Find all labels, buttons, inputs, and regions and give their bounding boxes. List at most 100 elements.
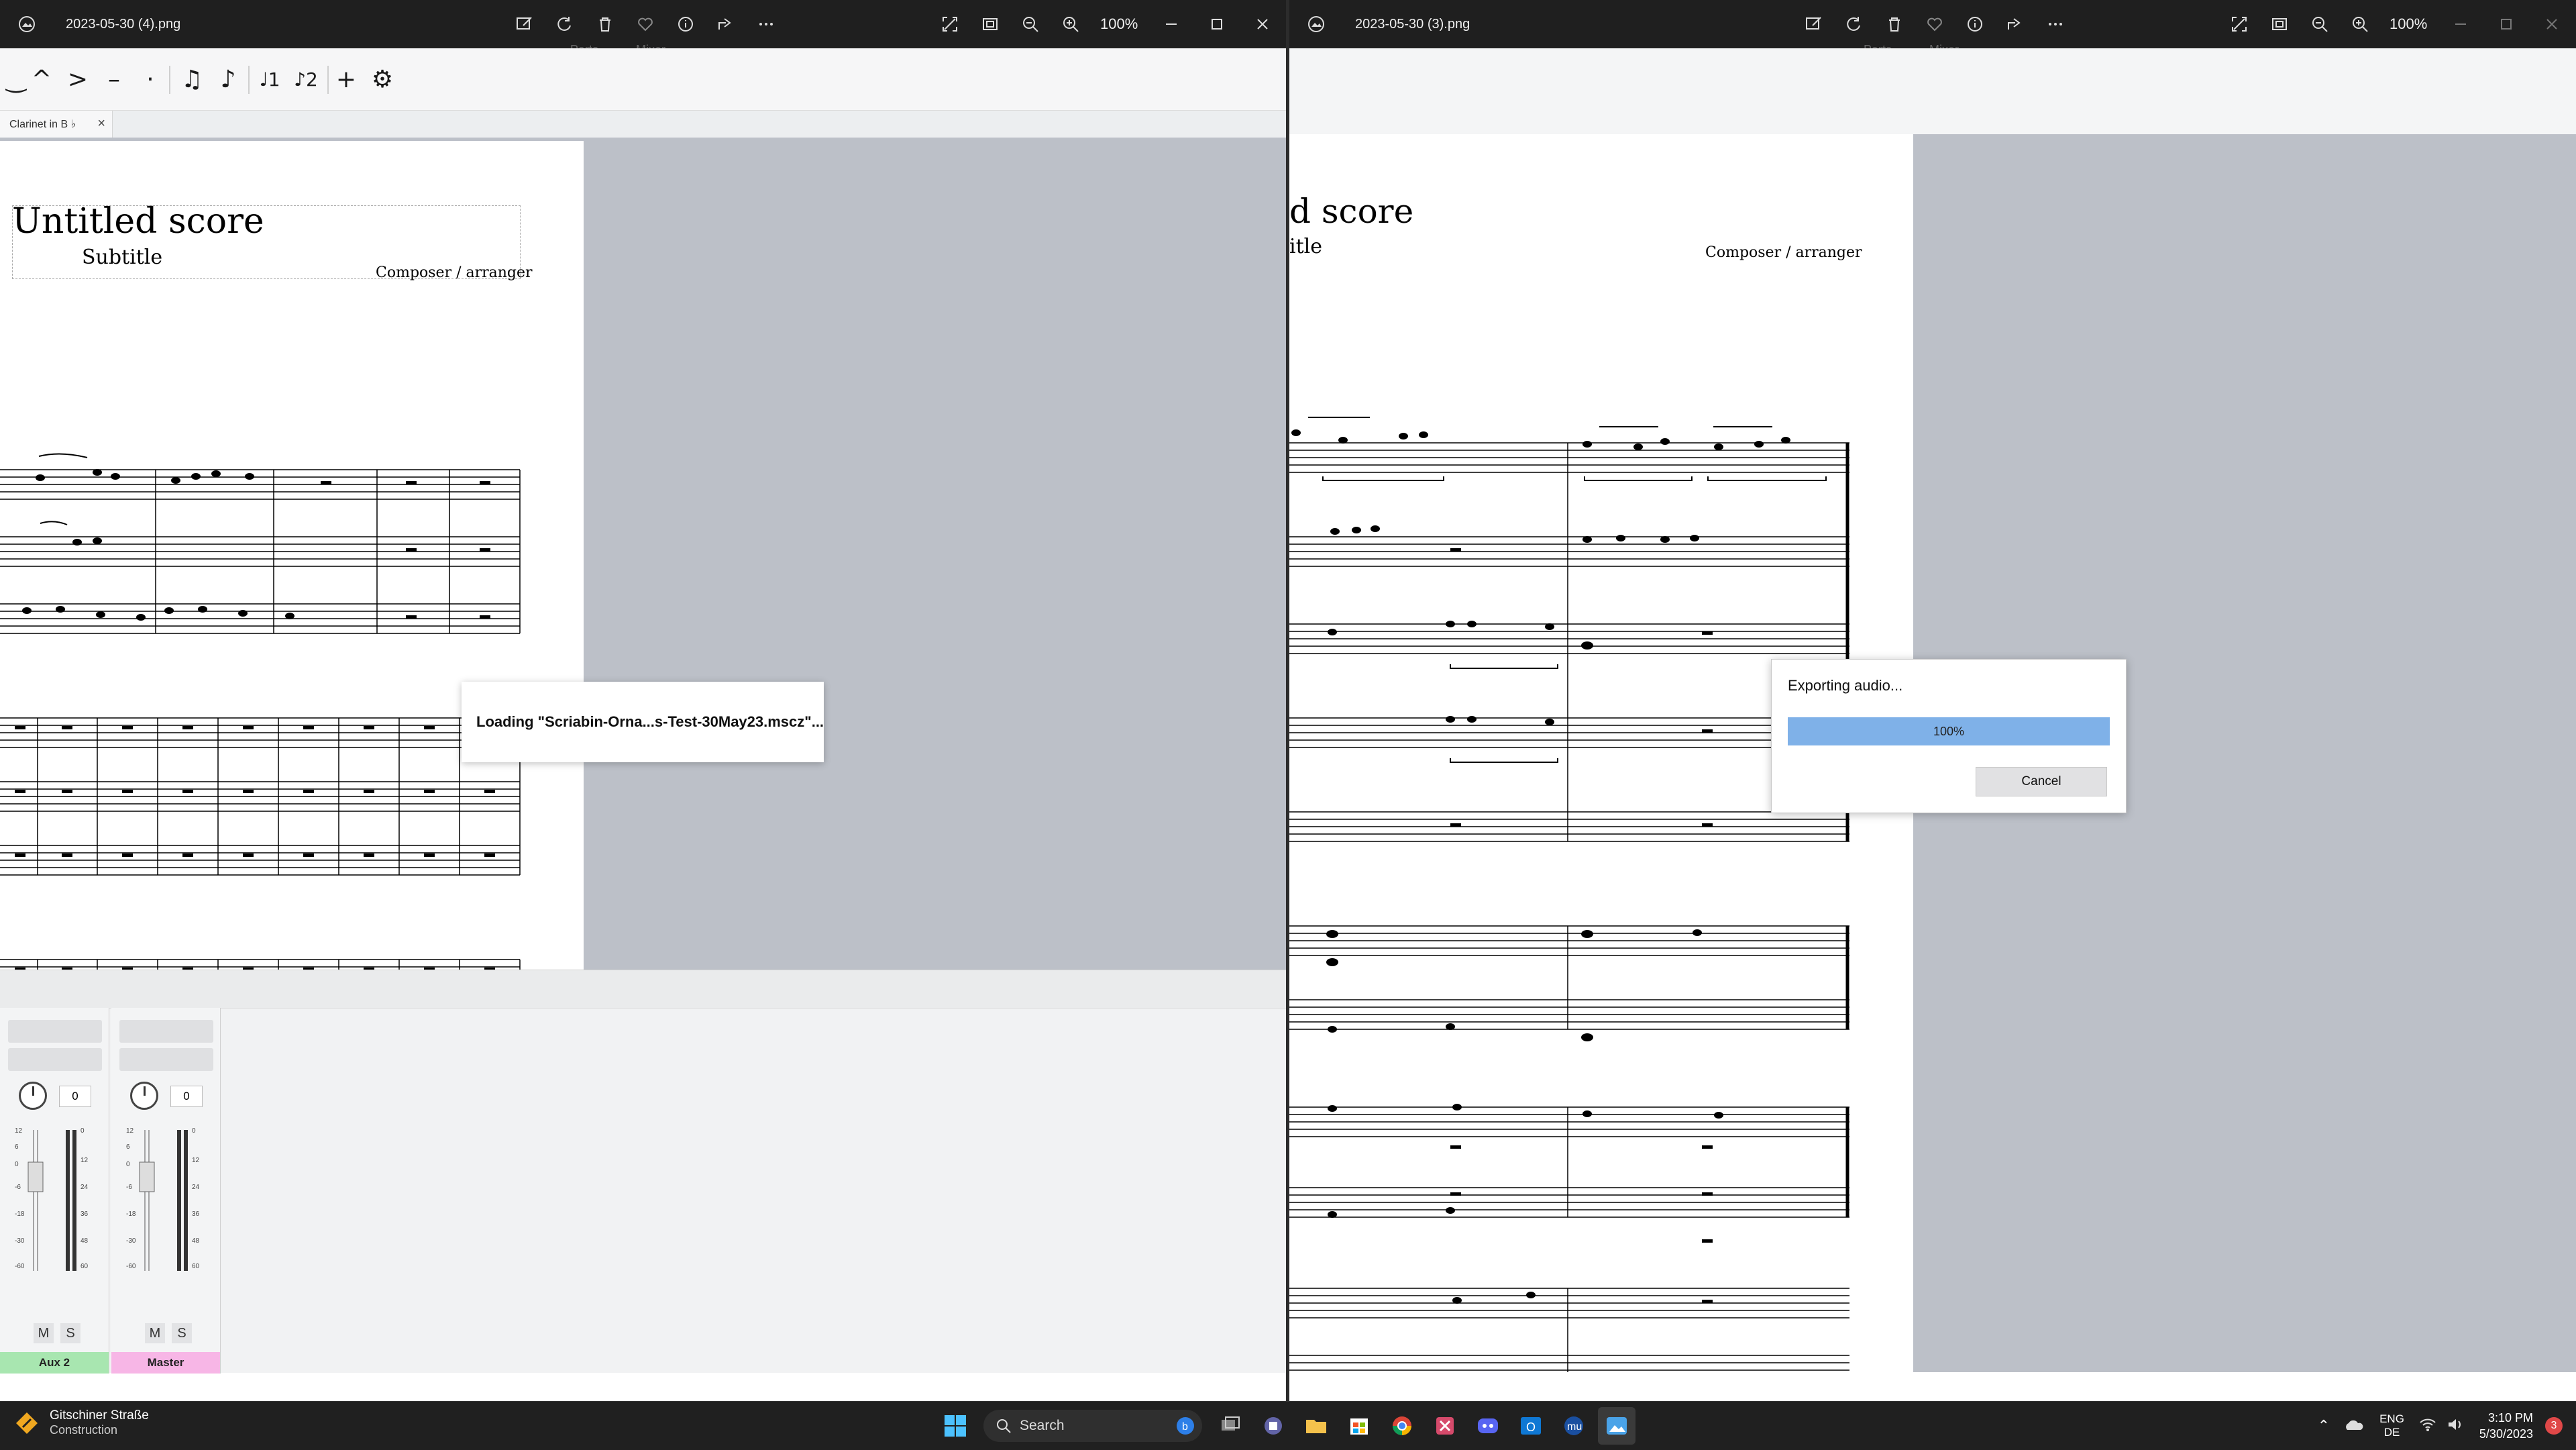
- task-view-icon[interactable]: [1212, 1407, 1249, 1445]
- file-explorer-icon[interactable]: [1297, 1407, 1335, 1445]
- snipping-tool-icon[interactable]: [1426, 1407, 1464, 1445]
- grace-note-icon[interactable]: ♪: [212, 63, 244, 95]
- score-composer[interactable]: Composer / arranger: [1705, 244, 1862, 261]
- maximize-icon[interactable]: [1195, 11, 1238, 38]
- delete-icon[interactable]: [1881, 11, 1908, 38]
- score-title-partial[interactable]: d score: [1289, 192, 1413, 231]
- aux-slot[interactable]: [8, 1048, 102, 1071]
- pan-knob[interactable]: [19, 1082, 47, 1110]
- full-screen-icon[interactable]: [2226, 11, 2253, 38]
- mute-button[interactable]: M: [145, 1323, 165, 1343]
- svg-text:6: 6: [126, 1143, 130, 1151]
- loading-dialog: Loading "Scriabin-Orna...s-Test-30May23.…: [462, 682, 824, 762]
- strip-label-aux2: Aux 2: [0, 1352, 109, 1374]
- beam-icon[interactable]: ♫: [176, 63, 208, 95]
- title-bar[interactable]: 2023-05-30 (3).png 100%: [1289, 0, 2576, 48]
- fit-to-window-icon[interactable]: [977, 11, 1004, 38]
- volume-fader-meter[interactable]: 1260-6-18-30-6001224364860: [125, 1122, 212, 1276]
- mute-button[interactable]: M: [34, 1323, 54, 1343]
- solo-button[interactable]: S: [60, 1323, 80, 1343]
- accent-icon[interactable]: >: [62, 63, 94, 95]
- wifi-icon[interactable]: [2419, 1417, 2436, 1435]
- window-filename: 2023-05-30 (3).png: [1355, 16, 1470, 32]
- score-composer[interactable]: Composer / arranger: [376, 264, 533, 281]
- chrome-icon[interactable]: [1383, 1407, 1421, 1445]
- share-icon[interactable]: [712, 11, 739, 38]
- zoom-level[interactable]: 100%: [2390, 15, 2427, 33]
- svg-text:-30: -30: [126, 1237, 136, 1245]
- zoom-level[interactable]: 100%: [1100, 15, 1138, 33]
- minimize-icon[interactable]: [1150, 11, 1193, 38]
- language-code: ENG: [2379, 1412, 2404, 1425]
- svg-text:12: 12: [126, 1127, 134, 1135]
- zoom-out-icon[interactable]: [1017, 11, 1044, 38]
- voice-1-icon[interactable]: ♩1: [254, 63, 286, 95]
- favorite-heart-icon[interactable]: [632, 11, 659, 38]
- weather-widget[interactable]: Gitschiner Straße Construction: [13, 1408, 149, 1437]
- microsoft-store-icon[interactable]: [1340, 1407, 1378, 1445]
- clock[interactable]: 3:10 PM 5/30/2023: [2479, 1410, 2533, 1442]
- info-icon[interactable]: [1962, 11, 1988, 38]
- aux-slot[interactable]: [8, 1020, 102, 1043]
- cancel-button[interactable]: Cancel: [1976, 767, 2107, 796]
- score-title[interactable]: Untitled score: [12, 201, 264, 242]
- volume-fader-meter[interactable]: 1260-6-18-30-6001224364860: [13, 1122, 101, 1276]
- teams-chat-icon[interactable]: [1254, 1407, 1292, 1445]
- tab-clarinet-part[interactable]: Clarinet in B ♭ ×: [0, 111, 113, 138]
- voice-2-icon[interactable]: ♪2: [290, 63, 322, 95]
- delete-icon[interactable]: [592, 11, 619, 38]
- close-tab-icon[interactable]: ×: [97, 116, 105, 132]
- strip-label-master: Master: [111, 1352, 220, 1374]
- gear-icon[interactable]: ⚙: [366, 63, 398, 95]
- favorite-heart-icon[interactable]: [1921, 11, 1948, 38]
- volume-icon[interactable]: [2447, 1417, 2465, 1435]
- solo-button[interactable]: S: [172, 1323, 192, 1343]
- score-canvas[interactable]: Untitled score Subtitle Composer / arran…: [0, 138, 1286, 1006]
- photos-app-taskbar-icon[interactable]: [1598, 1407, 1635, 1445]
- outlook-icon[interactable]: O: [1512, 1407, 1550, 1445]
- pan-knob[interactable]: [130, 1082, 158, 1110]
- bing-icon: b: [1177, 1417, 1194, 1435]
- pan-value[interactable]: 0: [170, 1086, 203, 1107]
- staccato-icon[interactable]: ·: [134, 63, 166, 95]
- zoom-out-icon[interactable]: [2306, 11, 2333, 38]
- close-icon[interactable]: [1241, 11, 1284, 38]
- score-subtitle[interactable]: Subtitle: [82, 246, 162, 269]
- notification-badge[interactable]: 3: [2545, 1417, 2563, 1435]
- more-options-icon[interactable]: [753, 11, 780, 38]
- tenuto-icon[interactable]: –: [98, 63, 130, 95]
- zoom-in-icon[interactable]: [2347, 11, 2373, 38]
- full-screen-icon[interactable]: [936, 11, 963, 38]
- clock-date: 5/30/2023: [2479, 1427, 2533, 1441]
- edit-image-icon[interactable]: [511, 11, 538, 38]
- start-windows-icon[interactable]: [936, 1407, 974, 1445]
- rotate-icon[interactable]: [551, 11, 578, 38]
- info-icon[interactable]: [672, 11, 699, 38]
- maximize-icon[interactable]: [2485, 11, 2528, 38]
- taskbar-search[interactable]: Search b: [983, 1410, 1202, 1442]
- chevron-up-icon[interactable]: ⌃: [2318, 1417, 2330, 1435]
- language-indicator[interactable]: ENG DE: [2379, 1412, 2404, 1439]
- pan-value[interactable]: 0: [59, 1086, 91, 1107]
- aux-slot[interactable]: [119, 1020, 213, 1043]
- add-icon[interactable]: +: [330, 63, 362, 95]
- discord-icon[interactable]: [1469, 1407, 1507, 1445]
- keyboard-layout: DE: [2383, 1426, 2400, 1439]
- title-bar[interactable]: 2023-05-30 (4).png 100%: [0, 0, 1286, 48]
- marcato-icon[interactable]: ^: [25, 63, 58, 95]
- windows-taskbar: Gitschiner Straße Construction Search b …: [0, 1401, 2576, 1450]
- musescore-icon[interactable]: mu: [1555, 1407, 1593, 1445]
- edit-image-icon[interactable]: [1801, 11, 1827, 38]
- aux-slot[interactable]: [119, 1048, 213, 1071]
- fit-to-window-icon[interactable]: [2266, 11, 2293, 38]
- more-options-icon[interactable]: [2042, 11, 2069, 38]
- close-icon[interactable]: [2530, 11, 2573, 38]
- minimize-icon[interactable]: [2439, 11, 2482, 38]
- score-subtitle-partial[interactable]: itle: [1289, 235, 1322, 258]
- zoom-in-icon[interactable]: [1057, 11, 1084, 38]
- share-icon[interactable]: [2002, 11, 2029, 38]
- onedrive-icon[interactable]: [2343, 1418, 2363, 1435]
- rotate-icon[interactable]: [1841, 11, 1868, 38]
- svg-text:-60: -60: [15, 1263, 25, 1270]
- mixer-strip-master: 0 12 6 0 -6 -18 -30 -60 0 12 24 36 48 60 M S Master: [111, 1008, 221, 1374]
